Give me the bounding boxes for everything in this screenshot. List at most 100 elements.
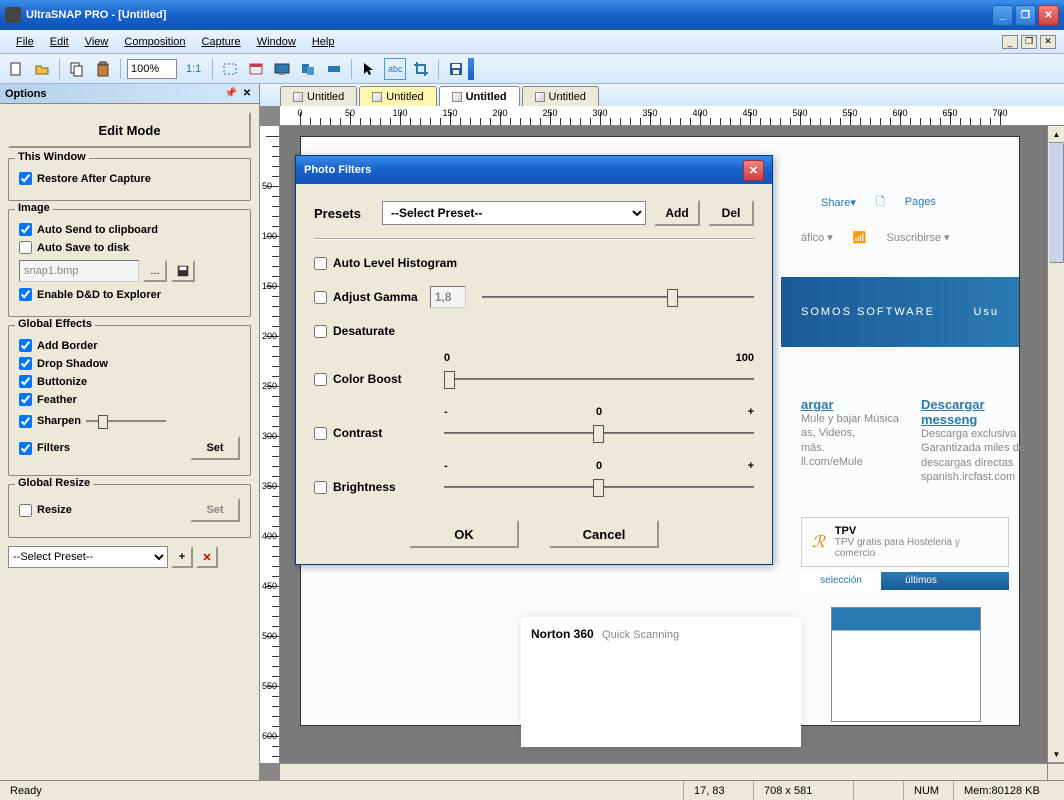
restore-after-capture-label: Restore After Capture [37,173,151,185]
ruler-vertical: 50100150200250300350400450500550600650 [260,126,280,763]
preset-delete-button[interactable]: ✕ [196,546,218,568]
capture-window-icon[interactable] [245,58,267,80]
desaturate-checkbox[interactable] [314,325,327,338]
add-border-checkbox[interactable] [19,339,32,352]
copy-icon[interactable] [66,58,88,80]
feather-label: Feather [37,394,77,406]
brightness-checkbox[interactable] [314,481,327,494]
scrollbar-vertical[interactable]: ▲ ▼ [1047,126,1064,763]
open-icon[interactable] [31,58,53,80]
dialog-preset-select[interactable]: --Select Preset-- [382,201,646,225]
toolbar-grip[interactable] [468,58,474,80]
mdi-close-button[interactable]: ✕ [1040,35,1056,49]
color-boost-slider[interactable]: 0100 [444,366,754,392]
menu-edit[interactable]: Edit [42,33,77,51]
color-boost-label: Color Boost [333,372,428,386]
menu-capture[interactable]: Capture [194,33,249,51]
gamma-value-input [430,286,466,308]
statusbar: Ready 17, 83 708 x 581 NUM Mem:80128 KB [0,780,1064,800]
group-global-effects: Global Effects Add Border Drop Shadow Bu… [8,325,251,476]
auto-send-clipboard-label: Auto Send to clipboard [37,224,158,236]
dialog-close-button[interactable]: ✕ [743,160,764,181]
minimize-button[interactable]: _ [992,5,1013,26]
dialog-cancel-button[interactable]: Cancel [549,520,659,548]
contrast-checkbox[interactable] [314,427,327,440]
mdi-minimize-button[interactable]: _ [1002,35,1018,49]
options-panel: Options 📌 ✕ Edit Mode This Window Restor… [0,84,260,780]
mdi-restore-button[interactable]: ❐ [1021,35,1037,49]
edit-mode-button[interactable]: Edit Mode [8,112,251,148]
buttonize-checkbox[interactable] [19,375,32,388]
crop-icon[interactable] [410,58,432,80]
feather-checkbox[interactable] [19,393,32,406]
filters-set-button[interactable]: Set [190,436,240,460]
doc-icon [293,92,303,102]
auto-send-clipboard-checkbox[interactable] [19,223,32,236]
doc-icon [372,92,382,102]
menu-window[interactable]: Window [249,33,304,51]
menu-view[interactable]: View [77,33,117,51]
enable-dnd-checkbox[interactable] [19,288,32,301]
scrollbar-horizontal[interactable] [280,763,1047,780]
menu-help[interactable]: Help [304,33,343,51]
doc-icon [452,92,462,102]
options-header: Options 📌 ✕ [0,84,259,104]
capture-object-icon[interactable] [297,58,319,80]
capture-freehand-icon[interactable] [323,58,345,80]
sharpen-slider[interactable] [86,411,166,431]
filters-checkbox[interactable] [19,442,32,455]
adjust-gamma-checkbox[interactable] [314,291,327,304]
text-icon[interactable]: abc [384,58,406,80]
save-icon[interactable] [445,58,467,80]
status-ready: Ready [0,781,684,800]
drop-shadow-checkbox[interactable] [19,357,32,370]
preset-add-button[interactable]: + [171,546,193,568]
new-doc-icon[interactable] [5,58,27,80]
status-size: 708 x 581 [754,781,854,800]
sharpen-label: Sharpen [37,415,81,427]
doc-tab-2[interactable]: Untitled [359,86,436,106]
dialog-add-button[interactable]: Add [654,200,700,226]
menu-composition[interactable]: Composition [116,33,193,51]
contrast-slider[interactable]: -0+ [444,420,754,446]
brightness-slider[interactable]: -0+ [444,474,754,500]
doc-tab-4[interactable]: Untitled [522,86,599,106]
auto-level-label: Auto Level Histogram [333,256,457,270]
doc-tab-3[interactable]: Untitled [439,86,520,106]
zoom-input[interactable] [127,59,177,79]
color-boost-checkbox[interactable] [314,373,327,386]
close-button[interactable]: ✕ [1038,5,1059,26]
panel-close-icon[interactable]: ✕ [240,87,254,101]
doc-tab-1[interactable]: Untitled [280,86,357,106]
auto-level-checkbox[interactable] [314,257,327,270]
buttonize-label: Buttonize [37,376,87,388]
group-this-window: This Window Restore After Capture [8,158,251,201]
adjust-gamma-label: Adjust Gamma [333,290,418,304]
brightness-label: Brightness [333,480,428,494]
dialog-ok-button[interactable]: OK [409,520,519,548]
save-file-button[interactable] [171,260,195,282]
auto-save-disk-checkbox[interactable] [19,241,32,254]
pin-icon[interactable]: 📌 [224,87,238,101]
browse-button[interactable]: ... [143,260,167,282]
gamma-slider[interactable] [482,284,754,310]
paste-icon[interactable] [92,58,114,80]
resize-checkbox[interactable] [19,504,32,517]
status-coords: 17, 83 [684,781,754,800]
filters-label: Filters [37,442,70,454]
drop-shadow-label: Drop Shadow [37,358,108,370]
capture-screen-icon[interactable] [271,58,293,80]
sharpen-checkbox[interactable] [19,415,32,428]
pointer-icon[interactable] [358,58,380,80]
menu-file[interactable]: File [8,33,42,51]
doc-icon [535,92,545,102]
group-title-image: Image [15,202,53,214]
dialog-titlebar[interactable]: Photo Filters ✕ [296,156,772,184]
capture-region-icon[interactable] [219,58,241,80]
preset-select[interactable]: --Select Preset-- [8,546,168,568]
enable-dnd-label: Enable D&D to Explorer [37,289,161,301]
maximize-button[interactable]: ❐ [1015,5,1036,26]
dialog-del-button[interactable]: Del [708,200,754,226]
restore-after-capture-checkbox[interactable] [19,172,32,185]
zoom-fit-button[interactable]: 1:1 [181,58,206,80]
